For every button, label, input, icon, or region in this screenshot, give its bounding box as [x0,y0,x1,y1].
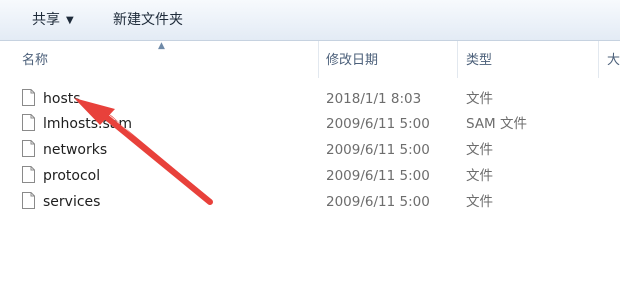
column-header: ▲ 名称 修改日期 类型 大 [0,41,620,78]
file-type: 文件 [466,168,493,184]
file-type: 文件 [466,142,493,158]
column-divider[interactable] [598,41,599,78]
column-divider[interactable] [318,41,319,78]
file-name: protocol [43,168,101,184]
file-icon [22,192,35,209]
file-row[interactable]: services 2009/6/11 5:00 文件 [0,189,620,214]
file-name: services [43,194,101,210]
file-icon [22,114,35,131]
share-button[interactable]: 共享 ▼ [32,11,74,29]
column-header-modified[interactable]: 修改日期 [326,41,378,78]
column-header-type[interactable]: 类型 [466,41,492,78]
file-modified: 2009/6/11 5:00 [326,194,430,210]
share-label: 共享 [32,12,60,28]
file-icon [22,89,35,106]
file-modified: 2018/1/1 8:03 [326,91,422,107]
file-row[interactable]: hosts 2018/1/1 8:03 文件 [0,86,620,111]
chevron-down-icon: ▼ [66,15,74,26]
file-modified: 2009/6/11 5:00 [326,168,430,184]
file-row[interactable]: lmhosts.sam 2009/6/11 5:00 SAM 文件 [0,111,620,136]
file-modified: 2009/6/11 5:00 [326,116,430,132]
file-row[interactable]: networks 2009/6/11 5:00 文件 [0,137,620,162]
sort-ascending-icon: ▲ [158,41,165,51]
file-name: networks [43,142,108,158]
file-type: SAM 文件 [466,116,527,132]
file-name: hosts [43,91,81,107]
column-divider[interactable] [457,41,458,78]
file-modified: 2009/6/11 5:00 [326,142,430,158]
toolbar: 共享 ▼ 新建文件夹 [0,0,620,41]
column-header-name[interactable]: 名称 [22,41,48,78]
file-icon [22,140,35,157]
new-folder-button[interactable]: 新建文件夹 [113,11,183,29]
file-row[interactable]: protocol 2009/6/11 5:00 文件 [0,163,620,188]
column-header-size[interactable]: 大 [607,41,620,78]
file-name: lmhosts.sam [43,116,133,132]
file-icon [22,166,35,183]
file-type: 文件 [466,91,493,107]
file-type: 文件 [466,194,493,210]
